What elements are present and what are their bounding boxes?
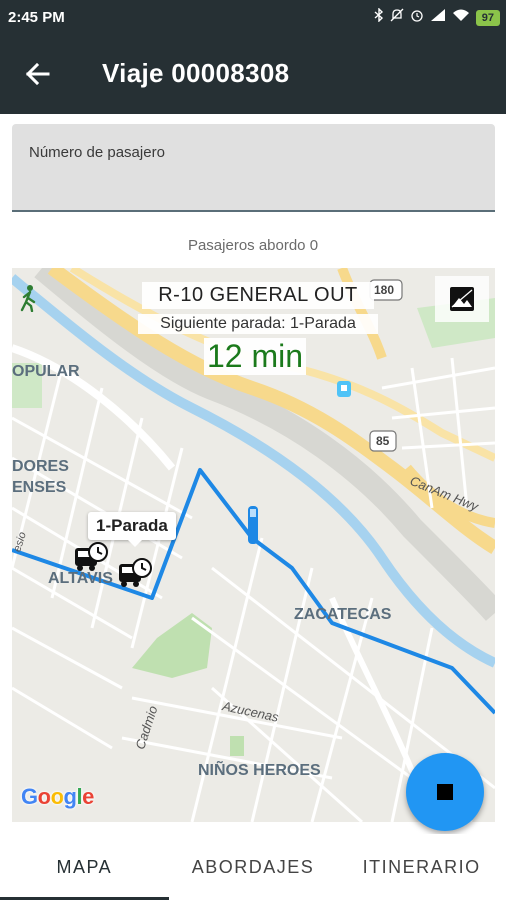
google-letter: G [21, 784, 38, 809]
google-logo: Google [21, 784, 94, 810]
google-letter: o [37, 784, 51, 809]
google-letter: e [82, 784, 94, 809]
tab-abordajes[interactable]: ABORDAJES [169, 834, 338, 900]
route-name: R-10 GENERAL OUT [142, 282, 374, 309]
back-button[interactable] [20, 56, 56, 92]
next-stop-text: Siguiente parada: 1-Parada [138, 314, 378, 334]
passengers-aboard-text: Pasajeros abordo 0 [187, 237, 319, 254]
map-label-popular: OPULAR [12, 363, 80, 380]
app-bar: Viaje 00008308 [0, 36, 506, 114]
passenger-number-label: Número de pasajero [29, 144, 165, 161]
map-label-ninos-heroes: NIÑOS HEROES [198, 762, 321, 779]
hwy-180-label: 180 [374, 283, 395, 297]
status-icons: 97 [374, 7, 500, 27]
status-bar: 2:45 PM 97 [0, 0, 506, 36]
image-icon [450, 287, 474, 311]
google-letter: g [63, 784, 77, 809]
map-label-enses: ENSES [12, 479, 67, 496]
stop-tooltip: 1-Parada [88, 512, 176, 547]
bluetooth-icon [374, 7, 384, 27]
alarm-icon [410, 8, 424, 27]
mute-icon [390, 8, 404, 27]
walking-person-icon [18, 284, 40, 317]
tab-bar: MAPA ABORDAJES ITINERARIO [0, 834, 506, 900]
map-label-dores: DORES [12, 458, 69, 475]
map-layer-button[interactable] [435, 276, 489, 322]
wifi-icon [452, 8, 470, 27]
eta-text: 12 min [204, 338, 306, 375]
map-label-zacatecas: ZACATECAS [294, 606, 392, 623]
status-time: 2:45 PM [8, 9, 65, 26]
stop-icon [437, 784, 453, 800]
map-view[interactable]: R-10 GENERAL OUT Siguiente parada: 1-Par… [12, 268, 495, 822]
passenger-number-field[interactable]: Número de pasajero [12, 124, 495, 212]
google-letter: o [50, 784, 64, 809]
page-title: Viaje 00008308 [102, 58, 290, 88]
hwy-85-label: 85 [376, 434, 390, 448]
stop-trip-button[interactable] [406, 753, 484, 831]
signal-icon [430, 8, 446, 27]
tab-mapa[interactable]: MAPA [0, 834, 169, 900]
battery-icon: 97 [475, 9, 500, 26]
bus-stop-marker[interactable] [118, 558, 154, 595]
bus-stop-marker[interactable] [74, 542, 110, 579]
tab-itinerario[interactable]: ITINERARIO [337, 834, 506, 900]
arrow-left-icon [25, 62, 50, 86]
